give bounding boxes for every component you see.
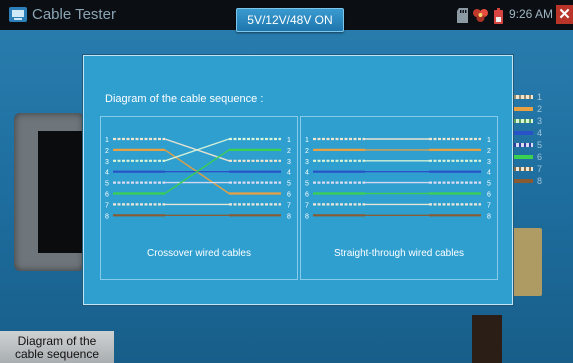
straight-pin-label-right: 7: [487, 202, 491, 209]
straight-through-diagram: 1 1 2 2 3 3 4 4 5 5 6 6 7 7 8 8: [305, 137, 491, 220]
crossover-pin-label-left: 8: [105, 213, 109, 220]
flower-icon: [473, 9, 488, 22]
rj45-jack-image: [14, 113, 84, 271]
sd-card-icon: [457, 8, 468, 23]
straight-pin-label-right: 6: [487, 192, 491, 199]
crossover-pin-label-right: 7: [287, 202, 291, 209]
straight-pin-label-right: 2: [487, 148, 491, 155]
straight-pin-label-right: 3: [487, 159, 491, 166]
diagram-button-line2: cable sequence: [14, 347, 100, 361]
straight-pin-label-left: 5: [305, 181, 309, 188]
crossover-pin-label-right: 6: [287, 192, 291, 199]
rj45-plug-image: [508, 228, 542, 296]
crossover-pin-label-right: 3: [287, 159, 291, 166]
straight-pin-label-right: 8: [487, 213, 491, 220]
crossover-pin-label-right: 2: [287, 148, 291, 155]
crossover-pin-label-left: 5: [105, 181, 109, 188]
straight-through-caption: Straight-through wired cables: [333, 248, 465, 259]
crossover-diagram: 1 1 2 2 3 3 4 4 5 5 6 6 7 7 8 8: [105, 137, 291, 220]
straight-pin-label-left: 7: [305, 202, 309, 209]
crossover-pin-label-right: 4: [287, 170, 291, 177]
straight-pin-label-right: 4: [487, 170, 491, 177]
cable-tester-screen: Cable Tester 5V/12V/48V ON 9:26 AM ✕ 1 2…: [0, 0, 573, 363]
straight-pin-label-left: 3: [305, 159, 309, 166]
app-title: Cable Tester: [32, 6, 116, 23]
voltage-toggle-button[interactable]: 5V/12V/48V ON: [236, 8, 344, 32]
straight-pin-label-left: 1: [305, 137, 309, 144]
straight-pin-label-left: 8: [305, 213, 309, 220]
straight-pin-label-left: 6: [305, 192, 309, 199]
crossover-pin-label-left: 7: [105, 202, 109, 209]
crossover-pin-label-left: 6: [105, 192, 109, 199]
crossover-panel: 1 1 2 2 3 3 4 4 5 5 6 6 7 7 8 8 Crossover wired cables: [100, 116, 298, 280]
battery-icon: [494, 8, 503, 24]
status-bar: Cable Tester 5V/12V/48V ON 9:26 AM ✕: [0, 0, 573, 32]
app-icon[interactable]: [9, 6, 27, 23]
straight-pin-label-left: 4: [305, 170, 309, 177]
straight-through-panel: 1 1 2 2 3 3 4 4 5 5 6 6 7 7 8 8 Straight-through wired …: [300, 116, 498, 280]
crossover-pin-label-left: 1: [105, 137, 109, 144]
crossover-pin-label-left: 2: [105, 148, 109, 155]
crossover-pin-label-right: 1: [287, 137, 291, 144]
crossover-caption: Crossover wired cables: [147, 248, 251, 259]
crossover-pin-label-right: 5: [287, 181, 291, 188]
close-icon[interactable]: ✕: [556, 5, 573, 24]
clock: 9:26 AM: [509, 7, 554, 21]
crossover-pin-label-right: 8: [287, 213, 291, 220]
straight-pin-label-right: 1: [487, 137, 491, 144]
dialog-title: Diagram of the cable sequence :: [105, 93, 264, 105]
crossover-pin-label-left: 3: [105, 159, 109, 166]
straight-pin-label-right: 5: [487, 181, 491, 188]
cable-image: [472, 315, 502, 363]
crossover-pin-label-left: 4: [105, 170, 109, 177]
straight-pin-label-left: 2: [305, 148, 309, 155]
cable-sequence-dialog: Diagram of the cable sequence : 1 1 2 2 3 3 4 4…: [83, 55, 513, 305]
diagram-button[interactable]: Diagram of the cable sequence: [0, 331, 114, 363]
